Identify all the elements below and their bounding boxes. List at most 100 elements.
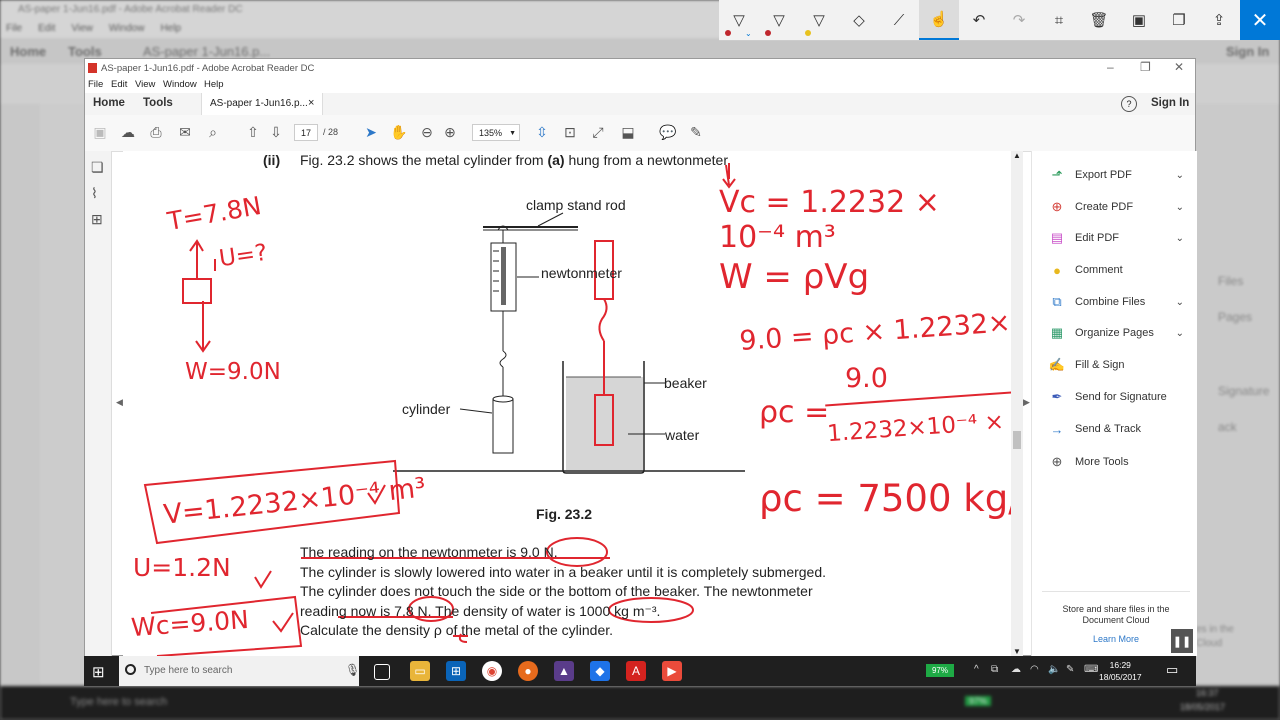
chevron-down-icon[interactable]: ⌄ — [1176, 170, 1184, 181]
tab-close-button[interactable]: × — [308, 97, 314, 109]
tool-send-track[interactable]: → Send & Track — [1048, 419, 1188, 439]
tab-document[interactable]: AS-paper 1-Jun16.p... × — [201, 93, 323, 115]
tool-fill-sign[interactable]: ✍ Fill & Sign — [1048, 355, 1188, 375]
tool-export-pdf[interactable]: ⬏ Export PDF ⌄ — [1048, 165, 1188, 185]
tool-comment[interactable]: ● Comment — [1048, 260, 1188, 280]
tab-tools[interactable]: Tools — [143, 97, 173, 109]
battery-indicator[interactable]: 97% — [926, 664, 954, 677]
main-toolbar: ▣ ☁ ⎙ ✉ ⌕ ⇧ ⇩ 17 / 28 ➤ ✋ ⊖ ⊕ 135% ▼ ⇳ ⊡ … — [85, 115, 1195, 152]
delete-button[interactable]: 🗑 — [1079, 0, 1119, 40]
sign-in-link[interactable]: Sign In — [1151, 97, 1189, 109]
tool-combine-files[interactable]: ⧉ Combine Files ⌄ — [1048, 292, 1188, 312]
highlight-pen-icon[interactable]: ✎ — [687, 123, 705, 141]
scroll-down-arrow[interactable]: ▼ — [1013, 647, 1021, 656]
hand-tool-icon[interactable]: ✋ — [390, 123, 408, 141]
learn-more-link[interactable]: Learn More — [1042, 634, 1190, 645]
fit-page-icon[interactable]: ⊡ — [561, 123, 579, 141]
media-app-icon[interactable]: ▲ — [554, 661, 574, 681]
chrome-icon[interactable]: ◉ — [482, 661, 502, 681]
scrollbar-thumb[interactable] — [1013, 431, 1021, 449]
notification-icon[interactable]: ▭ — [1166, 662, 1178, 678]
pen-workspace-icon[interactable]: ✎ — [1066, 664, 1074, 675]
help-button[interactable]: ? — [1121, 96, 1137, 112]
show-hidden-icons-icon[interactable]: ^ — [974, 664, 979, 675]
next-page-icon[interactable]: ⇩ — [267, 123, 285, 141]
ink-close-button[interactable]: ✕ — [1240, 0, 1280, 40]
chevron-down-icon[interactable]: ⌄ — [1176, 202, 1184, 213]
menu-help[interactable]: Help — [204, 79, 224, 90]
page-number-input[interactable]: 17 — [294, 124, 318, 141]
ballpoint-pen-button[interactable]: ▽ ⌄ — [719, 0, 759, 40]
eraser-button[interactable]: ◇ — [839, 0, 879, 40]
maximize-button[interactable]: ❐ — [1140, 60, 1151, 74]
trash-icon: 🗑 — [1089, 12, 1109, 29]
undo-button[interactable]: ↶ — [959, 0, 999, 40]
collapse-right-arrow[interactable]: ▶ — [1023, 397, 1030, 408]
copy-button[interactable]: ❐ — [1159, 0, 1199, 40]
taskbar-search-box[interactable]: Type here to search 🎙 — [119, 656, 360, 686]
crop-button[interactable]: ⌗ — [1039, 0, 1079, 40]
volume-icon[interactable]: 🔈 — [1048, 664, 1060, 675]
dropbox-icon[interactable]: ◆ — [590, 661, 610, 681]
redo-button[interactable]: ↷ — [999, 0, 1039, 40]
handwriting-upthrust-answer: U=1.2N — [133, 553, 231, 582]
save-button[interactable]: ▣ — [1119, 0, 1159, 40]
tool-send-track-label: Send & Track — [1075, 423, 1142, 435]
search-icon[interactable]: ⌕ — [204, 123, 222, 141]
tray-app-icon[interactable]: ⧉ — [991, 664, 998, 675]
wifi-icon[interactable]: ◠ — [1030, 664, 1039, 675]
tool-create-pdf[interactable]: ⊕ Create PDF ⌄ — [1048, 197, 1188, 217]
lock-page-icon[interactable]: ⊞ — [91, 211, 103, 228]
chevron-down-icon[interactable]: ⌄ — [1176, 297, 1184, 308]
screen-recorder-icon[interactable]: ▶ — [662, 661, 682, 681]
print-icon[interactable]: ⎙ — [147, 123, 165, 141]
pencil-button[interactable]: ▽ — [759, 0, 799, 40]
highlighter-button[interactable]: ▽ — [799, 0, 839, 40]
tool-edit-pdf[interactable]: ▤ Edit PDF ⌄ — [1048, 228, 1188, 248]
minimize-button[interactable]: – — [1107, 60, 1114, 74]
prev-page-icon[interactable]: ⇧ — [244, 123, 262, 141]
acrobat-reader-icon[interactable]: A — [626, 661, 646, 681]
tool-more-tools[interactable]: ⊕ More Tools — [1048, 452, 1188, 472]
chevron-down-icon[interactable]: ⌄ — [1176, 328, 1184, 339]
windows-start-icon[interactable]: ⊞ — [92, 663, 105, 681]
ruler-button[interactable]: ⟋ — [879, 0, 919, 40]
scroll-mode-icon[interactable]: ⬓ — [619, 123, 637, 141]
comment-icon[interactable]: 💬 — [659, 123, 677, 141]
menu-file[interactable]: File — [88, 79, 103, 90]
attachment-icon[interactable]: ⌇ — [91, 185, 98, 202]
pause-button[interactable]: ❚❚ — [1171, 629, 1193, 653]
window-close-button[interactable]: ✕ — [1174, 60, 1184, 74]
tool-send-signature[interactable]: ✒ Send for Signature — [1048, 387, 1188, 407]
save-file-icon[interactable]: ▣ — [91, 123, 109, 141]
share-button[interactable]: ⇪ — [1199, 0, 1239, 40]
fit-width-icon[interactable]: ⇳ — [533, 123, 551, 141]
scroll-up-arrow[interactable]: ▲ — [1013, 151, 1021, 160]
keyboard-icon[interactable]: ⌨ — [1084, 664, 1098, 675]
select-cursor-icon[interactable]: ➤ — [362, 123, 380, 141]
upload-cloud-icon[interactable]: ☁ — [119, 123, 137, 141]
onedrive-icon[interactable]: ☁ — [1011, 664, 1021, 675]
hand-drawn-spring — [598, 298, 608, 342]
full-screen-icon[interactable]: ⤢ — [589, 123, 607, 141]
task-view-icon[interactable] — [374, 664, 390, 680]
tab-home[interactable]: Home — [93, 97, 125, 109]
microphone-icon[interactable]: 🎙 — [345, 663, 360, 677]
menu-window[interactable]: Window — [163, 79, 197, 90]
store-icon[interactable]: ⊞ — [446, 661, 466, 681]
touch-writing-button[interactable]: ☝ — [919, 0, 959, 40]
tool-organize-pages[interactable]: ▦ Organize Pages ⌄ — [1048, 323, 1188, 343]
zoom-out-icon[interactable]: ⊖ — [418, 123, 436, 141]
firefox-icon[interactable]: ● — [518, 661, 538, 681]
chevron-down-icon[interactable]: ⌄ — [1176, 233, 1184, 244]
page-thumbnails-icon[interactable]: ❏ — [91, 159, 104, 176]
vertical-scrollbar[interactable]: ▲ ▼ — [1011, 151, 1023, 656]
menu-edit[interactable]: Edit — [111, 79, 127, 90]
zoom-in-icon[interactable]: ⊕ — [441, 123, 459, 141]
email-icon[interactable]: ✉ — [176, 123, 194, 141]
taskbar-clock[interactable]: 16:29 18/05/2017 — [1099, 659, 1142, 683]
zoom-select[interactable]: 135% ▼ — [472, 124, 520, 141]
collapse-left-arrow[interactable]: ◀ — [116, 397, 123, 408]
menu-view[interactable]: View — [135, 79, 155, 90]
file-explorer-icon[interactable]: ▭ — [410, 661, 430, 681]
